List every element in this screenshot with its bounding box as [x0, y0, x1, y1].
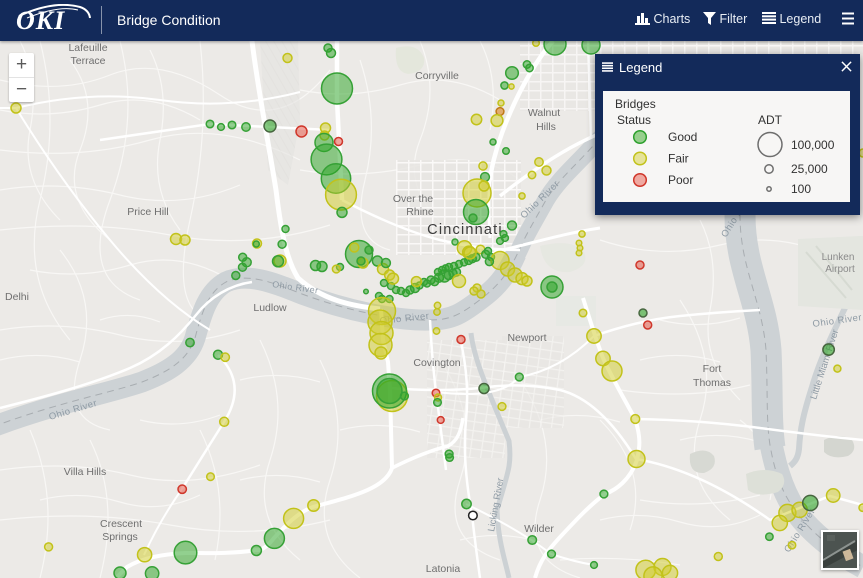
svg-text:Fair: Fair: [668, 152, 689, 166]
svg-text:Terrace: Terrace: [70, 55, 105, 67]
svg-text:Delhi: Delhi: [5, 291, 29, 303]
svg-text:Corryville: Corryville: [415, 70, 459, 82]
svg-text:Walnut: Walnut: [528, 107, 560, 119]
svg-text:Cincinnati: Cincinnati: [427, 222, 503, 238]
svg-text:ADT: ADT: [758, 113, 783, 127]
svg-text:Over the: Over the: [393, 193, 433, 205]
svg-text:Crescent: Crescent: [100, 518, 142, 530]
svg-text:Fort: Fort: [703, 363, 722, 375]
svg-text:Bridges: Bridges: [615, 97, 656, 111]
svg-text:Price Hill: Price Hill: [127, 206, 168, 218]
svg-text:Airport: Airport: [825, 264, 855, 275]
svg-text:Newport: Newport: [507, 332, 546, 344]
svg-text:Status: Status: [617, 113, 651, 127]
svg-text:Thomas: Thomas: [693, 377, 731, 389]
svg-text:Latonia: Latonia: [426, 563, 461, 575]
svg-text:Good: Good: [668, 130, 697, 144]
svg-text:Wilder: Wilder: [524, 523, 554, 535]
svg-text:25,000: 25,000: [791, 162, 828, 176]
svg-text:Lunken: Lunken: [822, 252, 855, 263]
svg-text:100,000: 100,000: [791, 138, 835, 152]
svg-text:Springs: Springs: [102, 531, 138, 543]
svg-text:Lafeuille: Lafeuille: [68, 42, 107, 54]
svg-text:100: 100: [791, 182, 811, 196]
svg-text:Poor: Poor: [668, 173, 693, 187]
svg-text:Rhine: Rhine: [406, 206, 434, 218]
svg-text:Covington: Covington: [413, 357, 460, 369]
svg-text:Hills: Hills: [536, 121, 556, 133]
svg-text:Ludlow: Ludlow: [253, 302, 287, 314]
svg-text:Villa Hills: Villa Hills: [64, 466, 106, 478]
